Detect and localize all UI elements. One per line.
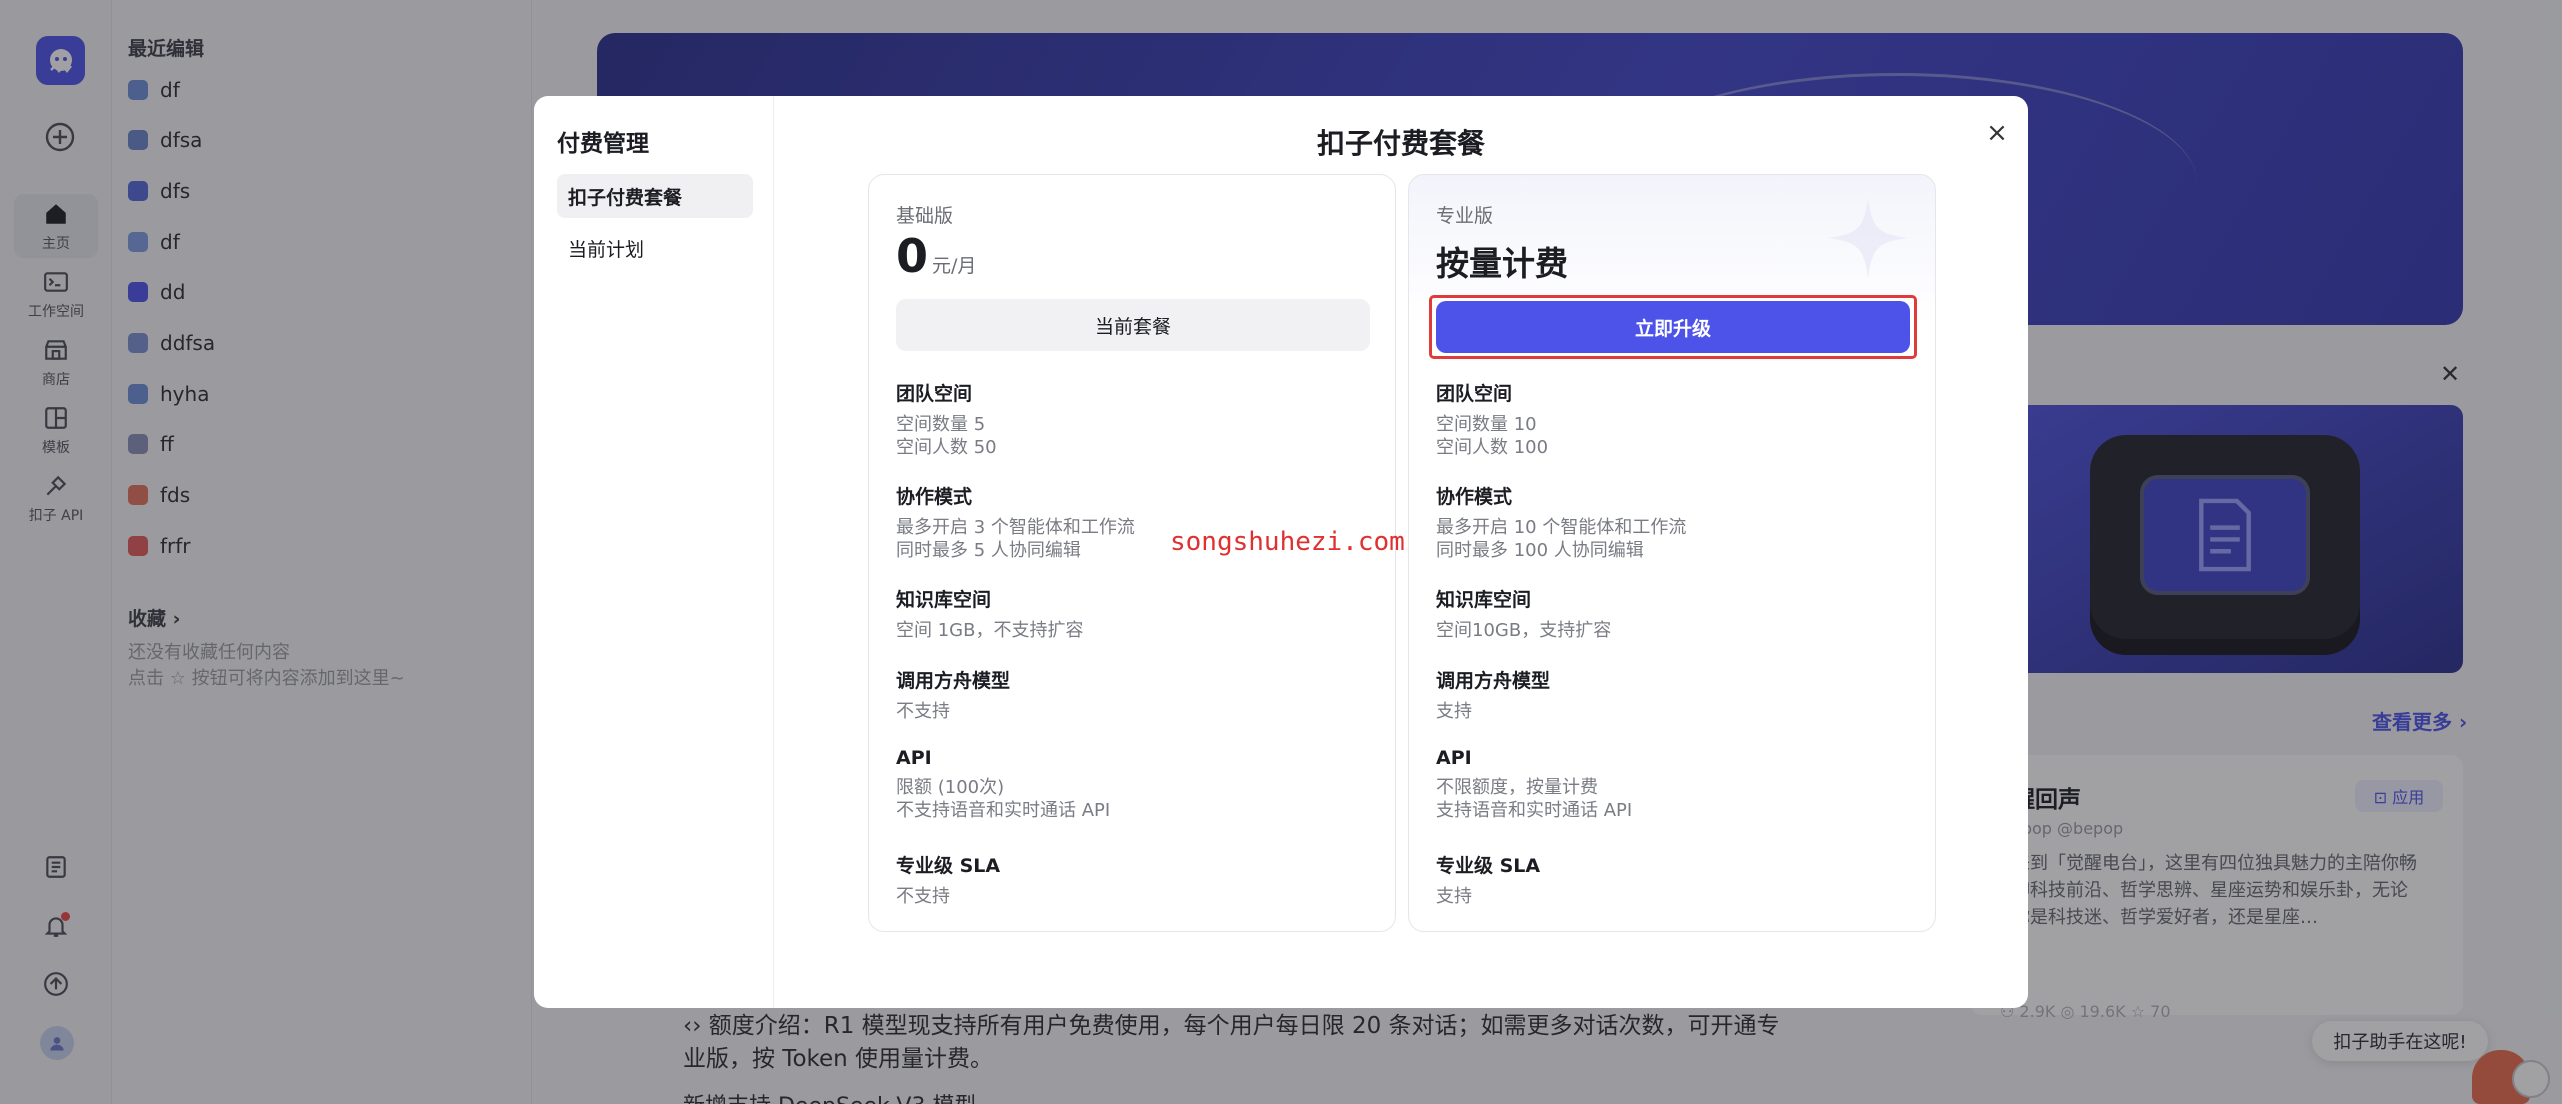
feature-block: API 限额 (100次) 不支持语音和实时通话 API (896, 747, 1376, 822)
sparkle-icon (1828, 198, 1908, 278)
nav-item-plans[interactable]: 扣子付费套餐 (557, 174, 753, 218)
feature-line: 空间数量 5 (896, 414, 986, 435)
feature-title: 专业级 SLA (896, 855, 1001, 877)
feature-line: 空间数量 10 (1436, 414, 1537, 435)
nav-item-current-plan[interactable]: 当前计划 (557, 226, 753, 270)
current-plan-button[interactable]: 当前套餐 (896, 299, 1370, 351)
plan-tier: 基础版 (896, 205, 954, 227)
feature-line: 不支持 (896, 886, 950, 907)
modal-close-icon[interactable]: × (1980, 116, 2014, 150)
feature-block: 知识库空间 空间10GB，支持扩容 (1436, 585, 1916, 642)
watermark-text: songshuhezi.com (1170, 527, 1405, 557)
plan-price: 0 元/月 (896, 229, 976, 283)
price-unit: 元/月 (932, 255, 977, 277)
feature-block: 专业级 SLA 不支持 (896, 851, 1376, 908)
feature-title: API (1436, 747, 1472, 769)
feature-line: 不支持语音和实时通话 API (896, 800, 1111, 821)
feature-line: 空间 1GB，不支持扩容 (896, 620, 1084, 641)
modal-nav: 付费管理 扣子付费套餐 当前计划 (534, 96, 774, 1008)
feature-line: 空间10GB，支持扩容 (1436, 620, 1612, 641)
feature-title: 知识库空间 (896, 589, 992, 611)
feature-block: 调用方舟模型 支持 (1436, 666, 1916, 723)
feature-title: 协作模式 (1436, 486, 1513, 508)
feature-title: 协作模式 (896, 486, 973, 508)
feature-title: 团队空间 (1436, 383, 1513, 405)
feature-line: 支持 (1436, 701, 1472, 722)
upgrade-now-button[interactable]: 立即升级 (1436, 301, 1910, 353)
feature-block: 团队空间 空间数量 5 空间人数 50 (896, 379, 1376, 459)
feature-line: 不支持 (896, 701, 950, 722)
feature-line: 空间人数 50 (896, 437, 997, 458)
feature-block: 团队空间 空间数量 10 空间人数 100 (1436, 379, 1916, 459)
feature-line: 空间人数 100 (1436, 437, 1549, 458)
feature-line: 不限额度，按量计费 (1436, 777, 1598, 798)
feature-block: 调用方舟模型 不支持 (896, 666, 1376, 723)
feature-title: 调用方舟模型 (1436, 670, 1551, 692)
feature-title: API (896, 747, 932, 769)
plan-pricing-title: 按量计费 (1436, 244, 1568, 283)
feature-line: 支持 (1436, 886, 1472, 907)
feature-line: 支持语音和实时通话 API (1436, 800, 1633, 821)
price-value: 0 (896, 229, 929, 283)
feature-block: 协作模式 最多开启 10 个智能体和工作流 同时最多 100 人协同编辑 (1436, 482, 1916, 562)
modal-title: 扣子付费套餐 (1316, 127, 1485, 160)
feature-line: 最多开启 10 个智能体和工作流 (1436, 517, 1687, 538)
feature-block: API 不限额度，按量计费 支持语音和实时通话 API (1436, 747, 1916, 822)
feature-title: 调用方舟模型 (896, 670, 1011, 692)
modal-nav-title: 付费管理 (557, 131, 649, 157)
plan-tier: 专业版 (1436, 205, 1494, 227)
feature-block: 知识库空间 空间 1GB，不支持扩容 (896, 585, 1376, 642)
feature-title: 团队空间 (896, 383, 973, 405)
feature-line: 限额 (100次) (896, 777, 1005, 798)
feature-title: 知识库空间 (1436, 589, 1532, 611)
feature-block: 专业级 SLA 支持 (1436, 851, 1916, 908)
feature-line: 同时最多 100 人协同编辑 (1436, 540, 1644, 561)
plan-card-pro: 专业版 按量计费 立即升级 团队空间 空间数量 10 空间人数 100 协作模式… (1408, 174, 1936, 932)
feature-title: 专业级 SLA (1436, 855, 1541, 877)
